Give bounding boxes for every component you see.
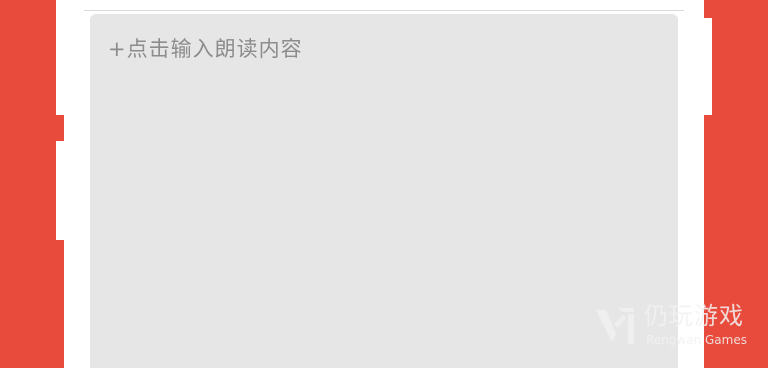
watermark: 仍玩游戏 Rengwan Games	[592, 300, 760, 352]
read-text-input[interactable]: +点击输入朗读内容	[90, 14, 678, 368]
watermark-title: 仍玩游戏	[644, 302, 744, 330]
watermark-subtitle: Rengwan Games	[646, 333, 747, 347]
top-divider	[84, 10, 684, 11]
frame-notch-left-upper	[56, 115, 64, 141]
rengwan-logo-icon	[596, 308, 634, 344]
input-placeholder: +点击输入朗读内容	[108, 37, 303, 61]
frame-notch-right-upper	[704, 0, 712, 18]
frame-notch-left-lower	[56, 240, 64, 368]
